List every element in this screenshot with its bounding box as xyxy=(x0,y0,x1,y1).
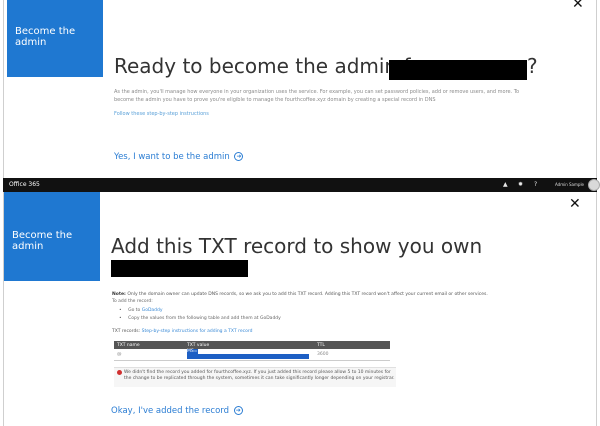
note-body: Only the domain owner can update DNS rec… xyxy=(127,292,488,297)
added-record-button-label: Okay, I've added the record xyxy=(111,406,230,416)
page-title: Ready to become the admin for xyxy=(114,54,431,78)
column-header: TXT value xyxy=(184,341,314,349)
added-record-button[interactable]: Okay, I've added the record ➜ xyxy=(111,406,243,416)
txt-instructions-link[interactable]: Step-by-step instructions for adding a T… xyxy=(142,329,253,334)
step-by-step-link[interactable]: Follow these step-by-step instructions xyxy=(114,111,209,117)
gear-icon[interactable]: ✹ xyxy=(518,181,523,188)
txt-name-cell[interactable]: @ xyxy=(114,349,184,361)
arrow-right-icon: ➜ xyxy=(233,406,243,415)
column-header: TTL xyxy=(314,341,390,349)
tile-label: Become the admin xyxy=(15,26,76,48)
office-top-bar: Office 365 ▲ ✹ ? Admin Sample xyxy=(3,178,600,192)
app-brand[interactable]: Office 365 xyxy=(9,181,40,188)
ttl-cell[interactable]: 3600 xyxy=(314,349,390,361)
txt-record-table: TXT name TXT value TTL @ MS= 3600 xyxy=(114,341,390,361)
become-admin-button-label: Yes, I want to be the admin xyxy=(114,152,230,162)
txt-record-title: Add this TXT record to show you own xyxy=(111,234,483,258)
close-icon[interactable]: ✕ xyxy=(572,0,584,12)
become-admin-tile: Become the admin xyxy=(7,0,103,77)
column-header: TXT name xyxy=(114,341,184,349)
title-suffix: ? xyxy=(527,54,538,78)
bell-icon[interactable]: ▲ xyxy=(503,181,508,188)
become-admin-panel-1: Become the admin ✕ Ready to become the a… xyxy=(0,0,600,178)
txt-records-heading: TXT records: xyxy=(112,329,141,334)
list-item-text: Copy the values from the following table… xyxy=(128,316,281,321)
table-row: @ MS= 3600 xyxy=(114,349,390,361)
note-label: Note: xyxy=(112,292,126,297)
tile-label-2: Become the admin xyxy=(12,230,73,252)
txt-records-label: TXT records: Step-by-step instructions f… xyxy=(112,329,252,334)
instructions-list: Go to GoDaddy Copy the values from the f… xyxy=(119,307,281,323)
redacted-domain xyxy=(389,60,527,80)
list-item: Go to GoDaddy xyxy=(119,307,281,315)
error-icon xyxy=(117,370,122,375)
godaddy-link[interactable]: GoDaddy xyxy=(142,308,163,313)
become-admin-button[interactable]: Yes, I want to be the admin ➜ xyxy=(114,152,244,162)
user-name[interactable]: Admin Sample xyxy=(555,182,584,187)
record-not-found-warning: We didn't find the record you added for … xyxy=(114,367,396,387)
description-text: As the admin, you'll manage how everyone… xyxy=(114,89,520,103)
avatar[interactable] xyxy=(588,179,600,191)
txt-record-panel: Become the admin ✕ Add this TXT record t… xyxy=(3,192,597,426)
list-item-text: Go to xyxy=(128,308,142,313)
add-record-label: To add the record: xyxy=(112,299,153,304)
table-header-row: TXT name TXT value TTL xyxy=(114,341,390,349)
list-item: Copy the values from the following table… xyxy=(119,315,281,323)
txt-value-cell[interactable]: MS= xyxy=(184,349,314,361)
title-prefix: Ready to become the admin for xyxy=(114,54,431,78)
selected-value-highlight xyxy=(187,354,309,359)
note-text: Note: Only the domain owner can update D… xyxy=(112,291,512,298)
warning-text: We didn't find the record you added for … xyxy=(124,370,395,381)
redacted-domain-2 xyxy=(111,260,248,277)
help-icon[interactable]: ? xyxy=(534,181,537,188)
close-icon-2[interactable]: ✕ xyxy=(569,196,581,212)
arrow-right-icon: ➜ xyxy=(234,152,244,161)
become-admin-tile-2: Become the admin xyxy=(4,192,100,281)
